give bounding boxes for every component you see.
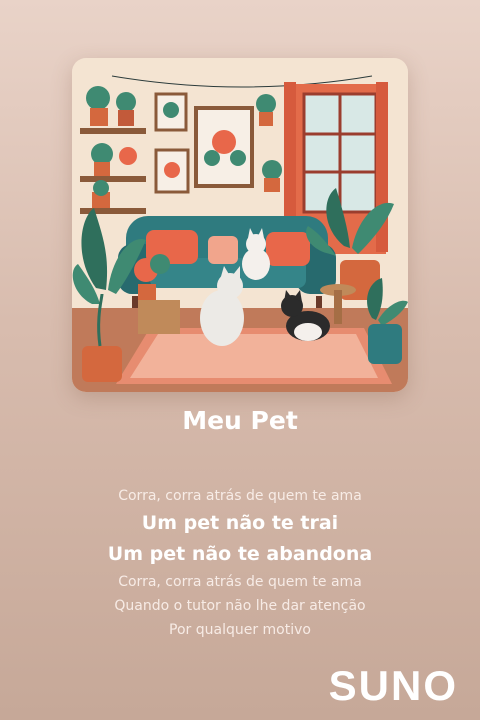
lyric-line-active: Um pet não te abandona xyxy=(107,543,373,565)
lyrics-panel: Corra, corra atrás de quem te ama Um pet… xyxy=(0,484,480,642)
svg-text:SUNO: SUNO xyxy=(329,662,458,708)
lyric-line: Corra, corra atrás de quem te ama xyxy=(118,574,362,590)
lyric-line-active: Um pet não te trai xyxy=(141,512,339,534)
cover-art xyxy=(72,58,408,392)
suno-logo-icon: SUNO xyxy=(329,662,458,709)
suno-logo: SUNO xyxy=(306,662,462,709)
cover-illustration xyxy=(72,58,408,392)
lyric-line: Corra, corra atrás de quem te ama xyxy=(118,488,362,504)
lyric-line: Quando o tutor não lhe dar atenção xyxy=(114,598,366,614)
song-title: Meu Pet xyxy=(182,406,298,435)
lyric-line: Por qualquer motivo xyxy=(169,622,311,638)
